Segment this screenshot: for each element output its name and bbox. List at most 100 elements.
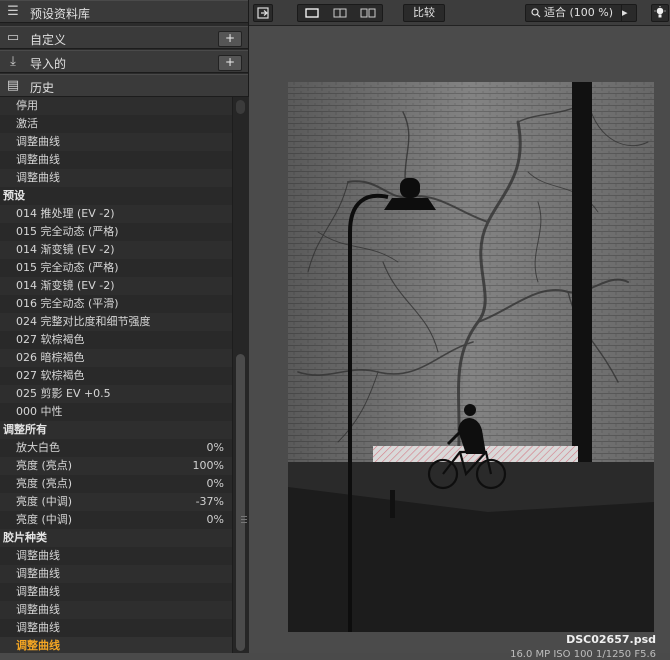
history-item[interactable]: 027 软棕褐色: [0, 367, 232, 385]
history-item[interactable]: 亮度 (亮点) 0%: [0, 475, 232, 493]
scrollbar-grip: [241, 519, 247, 520]
history-item[interactable]: 025 剪影 EV +0.5: [0, 385, 232, 403]
history-item-label: 胶片种类: [3, 531, 47, 544]
history-item-value: 0%: [206, 513, 224, 526]
left-panel: ☰ 预设资料库 ▭ 自定义 + ⤓ 导入的 + ▤ 历史 停用 激活 调整曲线 调整曲…: [0, 0, 249, 653]
image-viewer: DSC02657.psd 16.0 MP ISO 100 1/1250 F5.6: [249, 26, 670, 660]
history-item-label: 025 剪影 EV +0.5: [16, 387, 111, 400]
history-item-label: 016 完全动态 (平滑): [16, 297, 119, 310]
history-item[interactable]: 014 渐变镜 (EV -2): [0, 277, 232, 295]
history-list: 停用 激活 调整曲线 调整曲线 调整曲线 预设 014 推处理 (EV -2) 015 完全动…: [0, 97, 232, 653]
history-item[interactable]: 调整曲线: [0, 133, 232, 151]
history-group-header[interactable]: 预设: [0, 187, 232, 205]
history-item-label: 014 渐变镜 (EV -2): [16, 243, 115, 256]
history-item[interactable]: 调整曲线: [0, 151, 232, 169]
zoom-label: 适合 (100 %): [544, 6, 614, 19]
history-item[interactable]: 026 暗棕褐色: [0, 349, 232, 367]
history-item[interactable]: 放大白色 0%: [0, 439, 232, 457]
compare-button[interactable]: 比较: [403, 4, 445, 22]
history-item-label: 激活: [16, 117, 38, 130]
arrow-right-icon[interactable]: ▸: [621, 5, 636, 21]
history-item[interactable]: 调整曲线: [0, 601, 232, 619]
split-view-icon: [333, 8, 347, 18]
side-by-side-icon: [360, 8, 376, 18]
history-item[interactable]: 亮度 (中调) -37%: [0, 493, 232, 511]
single-view-button[interactable]: [298, 5, 326, 21]
history-item[interactable]: 调整曲线: [0, 547, 232, 565]
search-icon: [531, 8, 541, 18]
history-panel-header[interactable]: ▤ 历史: [0, 74, 248, 97]
history-item-label: 026 暗棕褐色: [16, 351, 85, 364]
split-view-button[interactable]: [326, 5, 354, 21]
single-view-icon: [305, 8, 319, 18]
history-item[interactable]: 亮度 (亮点) 100%: [0, 457, 232, 475]
view-mode-group: [297, 4, 383, 22]
history-item[interactable]: 调整曲线: [0, 583, 232, 601]
history-item-label: 调整曲线: [16, 567, 60, 580]
history-label: 历史: [30, 81, 55, 95]
history-item-label: 停用: [16, 99, 38, 112]
light-toggle-button[interactable]: [651, 4, 669, 22]
history-item[interactable]: 016 完全动态 (平滑): [0, 295, 232, 313]
history-item-label: 调整曲线: [16, 621, 60, 634]
import-icon: ⤓: [10, 54, 16, 69]
history-item[interactable]: 调整曲线: [0, 169, 232, 187]
history-item-label: 调整所有: [3, 423, 47, 436]
exit-button[interactable]: [253, 4, 273, 22]
side-by-side-button[interactable]: [354, 5, 382, 21]
history-item[interactable]: 调整曲线: [0, 565, 232, 583]
custom-icon: ▭: [6, 30, 20, 45]
scrollbar-grip: [241, 522, 247, 523]
bulb-icon: [654, 6, 666, 18]
history-item-label: 调整曲线: [16, 585, 60, 598]
scrollbar-grip: [241, 516, 247, 517]
viewer-toolbar: 比较 适合 (100 %) ▸: [249, 0, 670, 26]
history-item[interactable]: 激活: [0, 115, 232, 133]
history-item-label: 放大白色: [16, 441, 60, 454]
history-item-label: 调整曲线: [16, 639, 60, 652]
history-item[interactable]: 停用: [0, 97, 232, 115]
history-item-label: 024 完整对比度和细节强度: [16, 315, 151, 328]
scrollbar-thumb[interactable]: [236, 354, 247, 651]
history-item[interactable]: 亮度 (中调) 0%: [0, 511, 232, 529]
presets-library-header[interactable]: ☰ 预设资料库: [0, 0, 248, 23]
photo-preview[interactable]: [288, 82, 654, 632]
history-group-header[interactable]: 调整所有: [0, 421, 232, 439]
presets-library-label: 预设资料库: [30, 7, 91, 21]
history-item-label: 014 推处理 (EV -2): [16, 207, 115, 220]
zoom-select[interactable]: 适合 (100 %) ▸: [525, 4, 637, 22]
add-custom-button[interactable]: +: [218, 31, 242, 47]
history-item[interactable]: 调整曲线: [0, 637, 232, 653]
history-item[interactable]: 024 完整对比度和细节强度: [0, 313, 232, 331]
history-item[interactable]: 015 完全动态 (严格): [0, 259, 232, 277]
history-item-label: 015 完全动态 (严格): [16, 225, 119, 238]
add-imported-button[interactable]: +: [218, 55, 242, 71]
history-item-label: 预设: [3, 189, 25, 202]
history-item-value: 100%: [192, 459, 224, 472]
history-item-label: 014 渐变镜 (EV -2): [16, 279, 115, 292]
history-item-label: 调整曲线: [16, 603, 60, 616]
imported-panel-header[interactable]: ⤓ 导入的 +: [0, 50, 248, 73]
imported-label: 导入的: [30, 57, 67, 71]
history-item[interactable]: 014 推处理 (EV -2): [0, 205, 232, 223]
history-item[interactable]: 014 渐变镜 (EV -2): [0, 241, 232, 259]
history-item[interactable]: 000 中性: [0, 403, 232, 421]
history-item-value: 0%: [206, 477, 224, 490]
history-item-label: 000 中性: [16, 405, 63, 418]
history-item[interactable]: 调整曲线: [0, 619, 232, 637]
history-scrollbar[interactable]: [232, 97, 249, 653]
history-item-label: 亮度 (中调): [16, 495, 73, 508]
history-item-value: 0%: [206, 441, 224, 454]
history-icon: ▤: [6, 78, 20, 93]
history-group-header[interactable]: 胶片种类: [0, 529, 232, 547]
history-item-label: 015 完全动态 (严格): [16, 261, 119, 274]
history-item[interactable]: 015 完全动态 (严格): [0, 223, 232, 241]
history-item-label: 调整曲线: [16, 549, 60, 562]
custom-panel-header[interactable]: ▭ 自定义 +: [0, 26, 248, 49]
file-name: DSC02657.psd: [566, 633, 656, 646]
list-icon: ☰: [7, 4, 19, 19]
history-item[interactable]: 027 软棕褐色: [0, 331, 232, 349]
history-item-label: 调整曲线: [16, 171, 60, 184]
history-item-label: 亮度 (亮点): [16, 459, 73, 472]
exit-icon: [257, 7, 269, 19]
